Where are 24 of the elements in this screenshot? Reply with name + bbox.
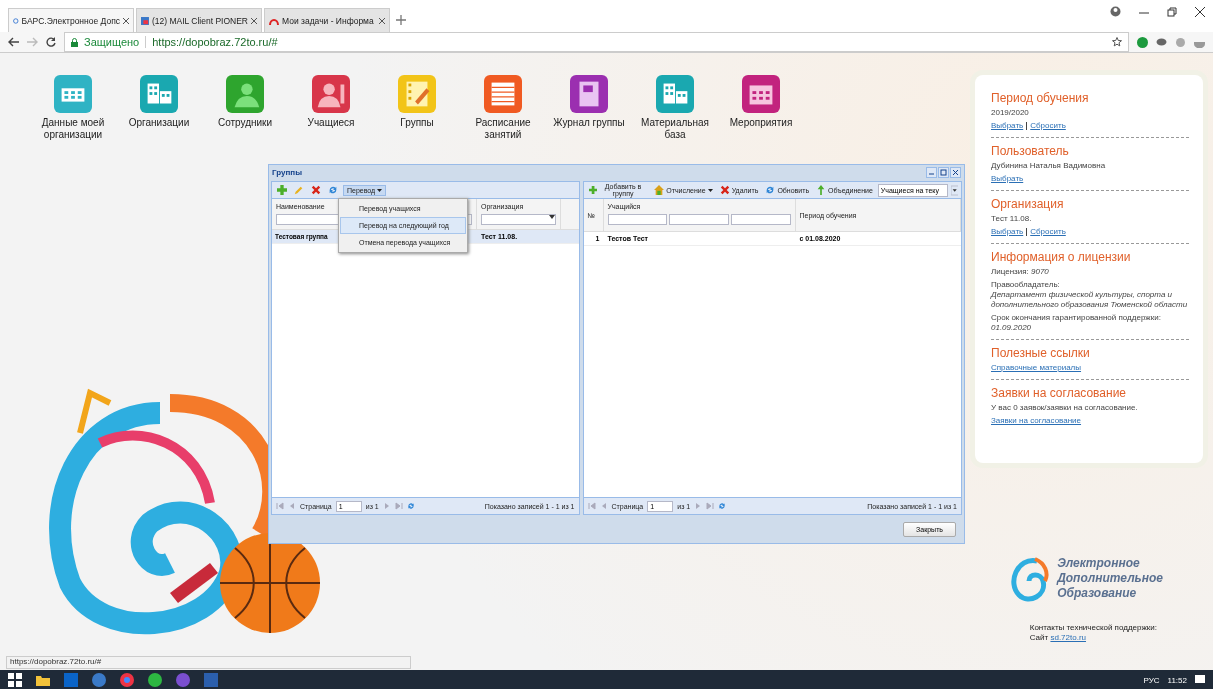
site-label: Сайт xyxy=(1029,633,1049,642)
section-title: Заявки на согласование xyxy=(991,386,1128,400)
section-title: Информация о лицензии xyxy=(991,250,1132,264)
info-text: Правообладатель: xyxy=(991,280,1061,290)
url-text: https://dopobraz.72to.ru/# xyxy=(145,36,278,48)
support-title: Контакты технической поддержки: xyxy=(1029,623,1157,633)
section-title: Организация xyxy=(991,197,1065,211)
brand-text: Электронное xyxy=(1057,555,1141,571)
section-title: Пользователь xyxy=(991,144,1070,158)
brand-text: Образование xyxy=(1057,585,1138,601)
info-text: 01.09.2020 xyxy=(991,323,1033,333)
brand-text: Дополнительное xyxy=(1057,570,1163,586)
info-text: Тест 11.08. xyxy=(991,214,1033,224)
info-text: У вас 0 заявок/заявки на согласование. xyxy=(991,403,1139,413)
status-url: https://dopobraz.72to.ru/# xyxy=(6,656,411,669)
info-text: Лицензия: 9070 xyxy=(991,267,1050,277)
secure-label: Защищено xyxy=(84,36,140,48)
window-title: Группы xyxy=(272,167,302,177)
section-title: Полезные ссылки xyxy=(991,346,1091,360)
info-text: 2019/2020 xyxy=(991,108,1030,118)
info-text: Департамент физической культуры, спорта и дополнительного образования Тюменской области xyxy=(991,290,1189,310)
section-title: Период обучения xyxy=(991,91,1090,105)
info-text: Срок окончания гарантированной поддержки: xyxy=(991,313,1162,323)
info-text: Дубинина Наталья Вадимовна xyxy=(991,161,1107,171)
